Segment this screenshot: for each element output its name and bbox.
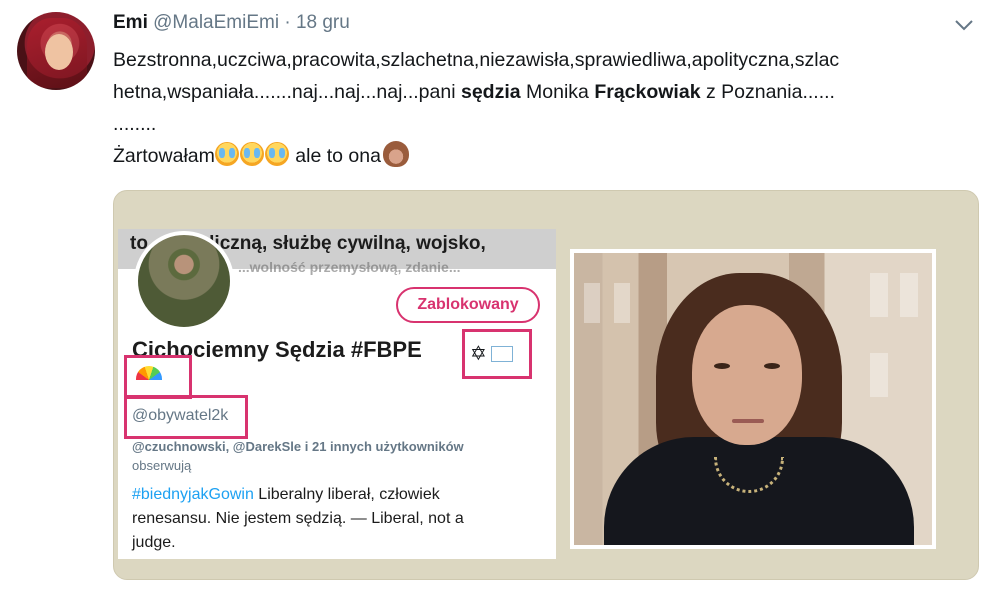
background-window: [870, 273, 888, 317]
bio-line-1: Liberalny liberał, człowiek: [253, 486, 440, 503]
see-no-evil-monkey-icon: [382, 141, 409, 167]
cover-text-line-2: ...wolność przemysłową, zdanie...: [238, 259, 461, 275]
followers-line-1: @czuchnowski, @DarekSle i 21 innych użyt…: [132, 439, 464, 454]
profile-bio: #biednyjakGowin Liberalny liberał, człow…: [132, 483, 542, 555]
bio-line-2: renesansu. Nie jestem sędzią. — Liberal,…: [132, 510, 464, 527]
bold-word-sedzia: sędzia: [460, 81, 521, 103]
background-window: [614, 283, 630, 323]
tweet-text-segment: ale to ona: [289, 145, 381, 167]
tweet-line-2: hetna,wspaniała.......naj...naj...naj...…: [113, 76, 973, 108]
tweet-line-3: ........: [113, 113, 157, 135]
portrait-mouth: [732, 419, 764, 423]
followers-line-2: obserwują: [132, 458, 192, 473]
face-with-tears-of-joy-icon: [239, 142, 264, 166]
tweet-text: Bezstronna,uczciwa,pracowita,szlachetna,…: [113, 44, 973, 172]
portrait-face: [692, 305, 802, 445]
face-with-tears-of-joy-icon: [264, 142, 289, 166]
display-name[interactable]: Emi: [113, 12, 148, 33]
tweet-header: Emi @MalaEmiEmi · 18 gru: [113, 12, 350, 34]
separator-dot: ·: [284, 12, 291, 33]
profile-name-icons: ✡: [470, 341, 513, 366]
portrait-body: [604, 437, 914, 545]
tweet-line-4: Żartowałam ale to ona: [113, 140, 973, 172]
profile-handle: @obywatel2k: [132, 407, 229, 424]
profile-avatar: [134, 231, 234, 331]
tweet-text-segment: z Poznania......: [700, 81, 835, 103]
background-window: [870, 353, 888, 397]
user-handle[interactable]: @MalaEmiEmi: [153, 12, 279, 33]
chevron-down-icon[interactable]: [953, 16, 975, 34]
tweet-date[interactable]: 18 gru: [296, 12, 350, 33]
background-window: [584, 283, 600, 323]
star-of-david-icon: ✡: [470, 343, 487, 365]
user-avatar[interactable]: [17, 12, 95, 90]
avatar-face: [45, 34, 73, 70]
face-with-tears-of-joy-icon: [214, 142, 239, 166]
bio-hashtag: #biednyjakGowin: [132, 486, 254, 503]
portrait-photo: [570, 249, 936, 549]
embedded-profile-screenshot: to ... publiczną, służbę cywilną, wojsko…: [118, 229, 556, 559]
tweet-text-segment: hetna,wspaniała.......naj...naj...naj...…: [113, 81, 461, 103]
tweet-text-segment: Żartowałam: [113, 145, 215, 167]
portrait-eye: [714, 363, 730, 369]
blocked-button: Zablokowany: [396, 287, 540, 323]
profile-followers: @czuchnowski, @DarekSle i 21 innych użyt…: [132, 437, 532, 475]
bold-word-frackowiak: Frąckowiak: [594, 81, 701, 103]
portrait-eye: [764, 363, 780, 369]
tweet-text-segment: Monika: [520, 81, 595, 103]
flag-icon: [490, 346, 513, 362]
background-window: [900, 273, 918, 317]
bio-line-3: judge.: [132, 534, 176, 551]
tweet-line-1: Bezstronna,uczciwa,pracowita,szlachetna,…: [113, 49, 840, 71]
